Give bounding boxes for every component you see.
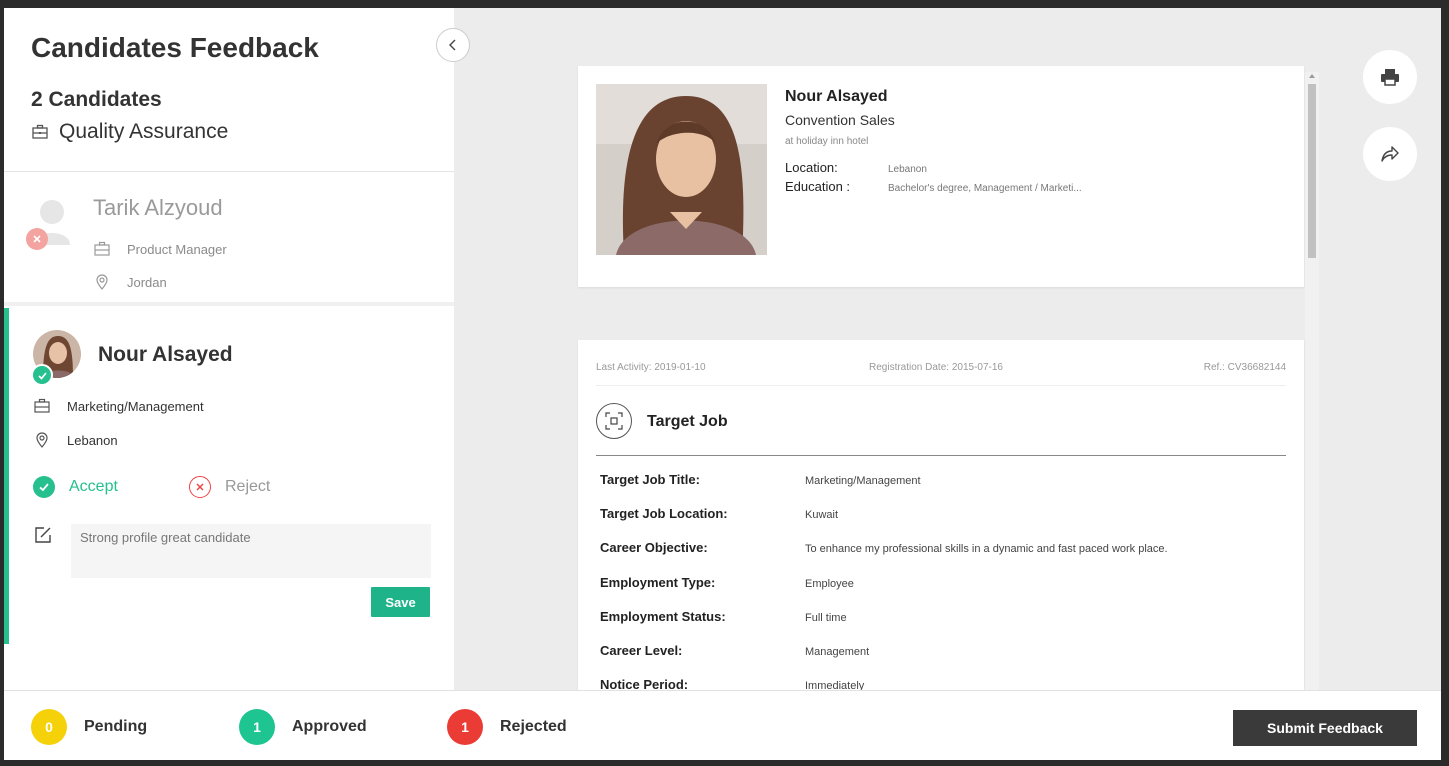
pending-count-badge: 0	[31, 709, 67, 745]
accept-option[interactable]: Accept	[33, 476, 118, 498]
target-job-card: Last Activity: 2019-01-10 Registration D…	[578, 340, 1304, 700]
printer-icon	[1381, 69, 1399, 86]
scrollbar-thumb[interactable]	[1308, 84, 1316, 258]
candidate-location-row: Lebanon	[33, 431, 118, 449]
print-button[interactable]	[1363, 50, 1417, 104]
candidate-card[interactable]: Tarik Alzyoud Product Manager Jordan	[4, 173, 454, 306]
candidate-title-row: Marketing/Management	[33, 397, 204, 415]
last-activity: Last Activity: 2019-01-10	[596, 362, 706, 373]
job-row: Quality Assurance	[31, 120, 228, 144]
rejected-stat: 1 Rejected	[447, 709, 567, 745]
briefcase-icon	[32, 124, 48, 139]
approved-label: Approved	[292, 718, 367, 735]
candidate-name: Tarik Alzyoud	[93, 195, 223, 220]
field-value: Kuwait	[805, 509, 839, 521]
field-label: Career Objective:	[600, 540, 708, 555]
registration-date: Registration Date: 2015-07-16	[869, 362, 1003, 373]
save-button[interactable]: Save	[371, 587, 430, 617]
pending-label: Pending	[84, 718, 148, 735]
share-button[interactable]	[1363, 127, 1417, 181]
divider	[596, 385, 1286, 386]
candidate-name: Nour Alsayed	[98, 343, 233, 366]
field-label: Target Job Location:	[600, 506, 728, 521]
profile-photo	[596, 84, 767, 255]
reject-label: Reject	[225, 478, 271, 495]
location-value: Lebanon	[888, 164, 927, 175]
profile-company: at holiday inn hotel	[785, 136, 869, 147]
pending-stat: 0 Pending	[31, 709, 147, 745]
rejected-label: Rejected	[500, 718, 567, 735]
field-label: Employment Type:	[600, 575, 716, 590]
check-circle-icon	[33, 476, 55, 498]
candidate-location-row: Jordan	[93, 273, 167, 291]
collapse-panel-button[interactable]	[436, 28, 470, 62]
candidate-title: Product Manager	[127, 241, 227, 257]
candidate-title-row: Product Manager	[93, 240, 227, 258]
scrollbar[interactable]	[1305, 72, 1319, 692]
scroll-up-arrow-icon[interactable]	[1309, 74, 1315, 78]
reject-option[interactable]: Reject	[189, 476, 270, 498]
reference-number: Ref.: CV36682144	[1203, 362, 1286, 373]
field-value: Management	[805, 646, 870, 658]
panel-header: Candidates Feedback 2 Candidates Quality…	[4, 8, 454, 172]
education-label: Education :	[785, 179, 851, 194]
briefcase-icon	[34, 398, 50, 413]
footer-bar: 0 Pending 1 Approved 1 Rejected Submit F…	[4, 690, 1441, 760]
field-value: Marketing/Management	[805, 475, 921, 487]
approved-stat: 1 Approved	[239, 709, 367, 745]
field-value: Full time	[805, 612, 847, 624]
candidate-card-selected[interactable]: Nour Alsayed Marketing/Management Lebano…	[4, 308, 454, 644]
field-value: To enhance my professional skills in a d…	[805, 543, 1168, 555]
candidate-title: Marketing/Management	[67, 398, 204, 414]
candidate-location: Jordan	[127, 274, 167, 290]
app-frame: Candidates Feedback 2 Candidates Quality…	[4, 8, 1441, 760]
education-value: Bachelor's degree, Management / Marketi.…	[888, 183, 1082, 194]
chevron-left-icon	[449, 39, 456, 51]
share-icon	[1381, 146, 1399, 162]
rejected-count-badge: 1	[447, 709, 483, 745]
field-label: Employment Status:	[600, 609, 726, 624]
field-value: Employee	[805, 578, 854, 590]
job-title: Quality Assurance	[59, 120, 229, 143]
briefcase-icon	[94, 241, 110, 256]
candidate-count: 2 Candidates	[31, 88, 162, 111]
page-title: Candidates Feedback	[31, 32, 319, 63]
section-title: Target Job	[647, 413, 728, 430]
accept-label: Accept	[69, 478, 118, 495]
field-label: Target Job Title:	[600, 472, 700, 487]
candidate-location: Lebanon	[67, 432, 118, 448]
location-pin-icon	[96, 274, 108, 290]
profile-name: Nour Alsayed	[785, 88, 888, 105]
location-label: Location:	[785, 160, 838, 175]
x-circle-icon	[189, 476, 211, 498]
submit-feedback-button[interactable]: Submit Feedback	[1233, 710, 1417, 746]
profile-title: Convention Sales	[785, 112, 895, 128]
profile-card: Nour Alsayed Convention Sales at holiday…	[578, 66, 1304, 287]
edit-icon	[35, 527, 51, 543]
accepted-badge-icon	[31, 364, 53, 386]
rejected-badge-icon	[26, 228, 48, 250]
comment-input[interactable]: Strong profile great candidate	[71, 524, 431, 578]
target-icon	[596, 403, 632, 439]
approved-count-badge: 1	[239, 709, 275, 745]
location-pin-icon	[36, 432, 48, 448]
candidates-panel: Candidates Feedback 2 Candidates Quality…	[4, 8, 454, 690]
field-label: Career Level:	[600, 643, 683, 658]
divider	[596, 455, 1286, 456]
